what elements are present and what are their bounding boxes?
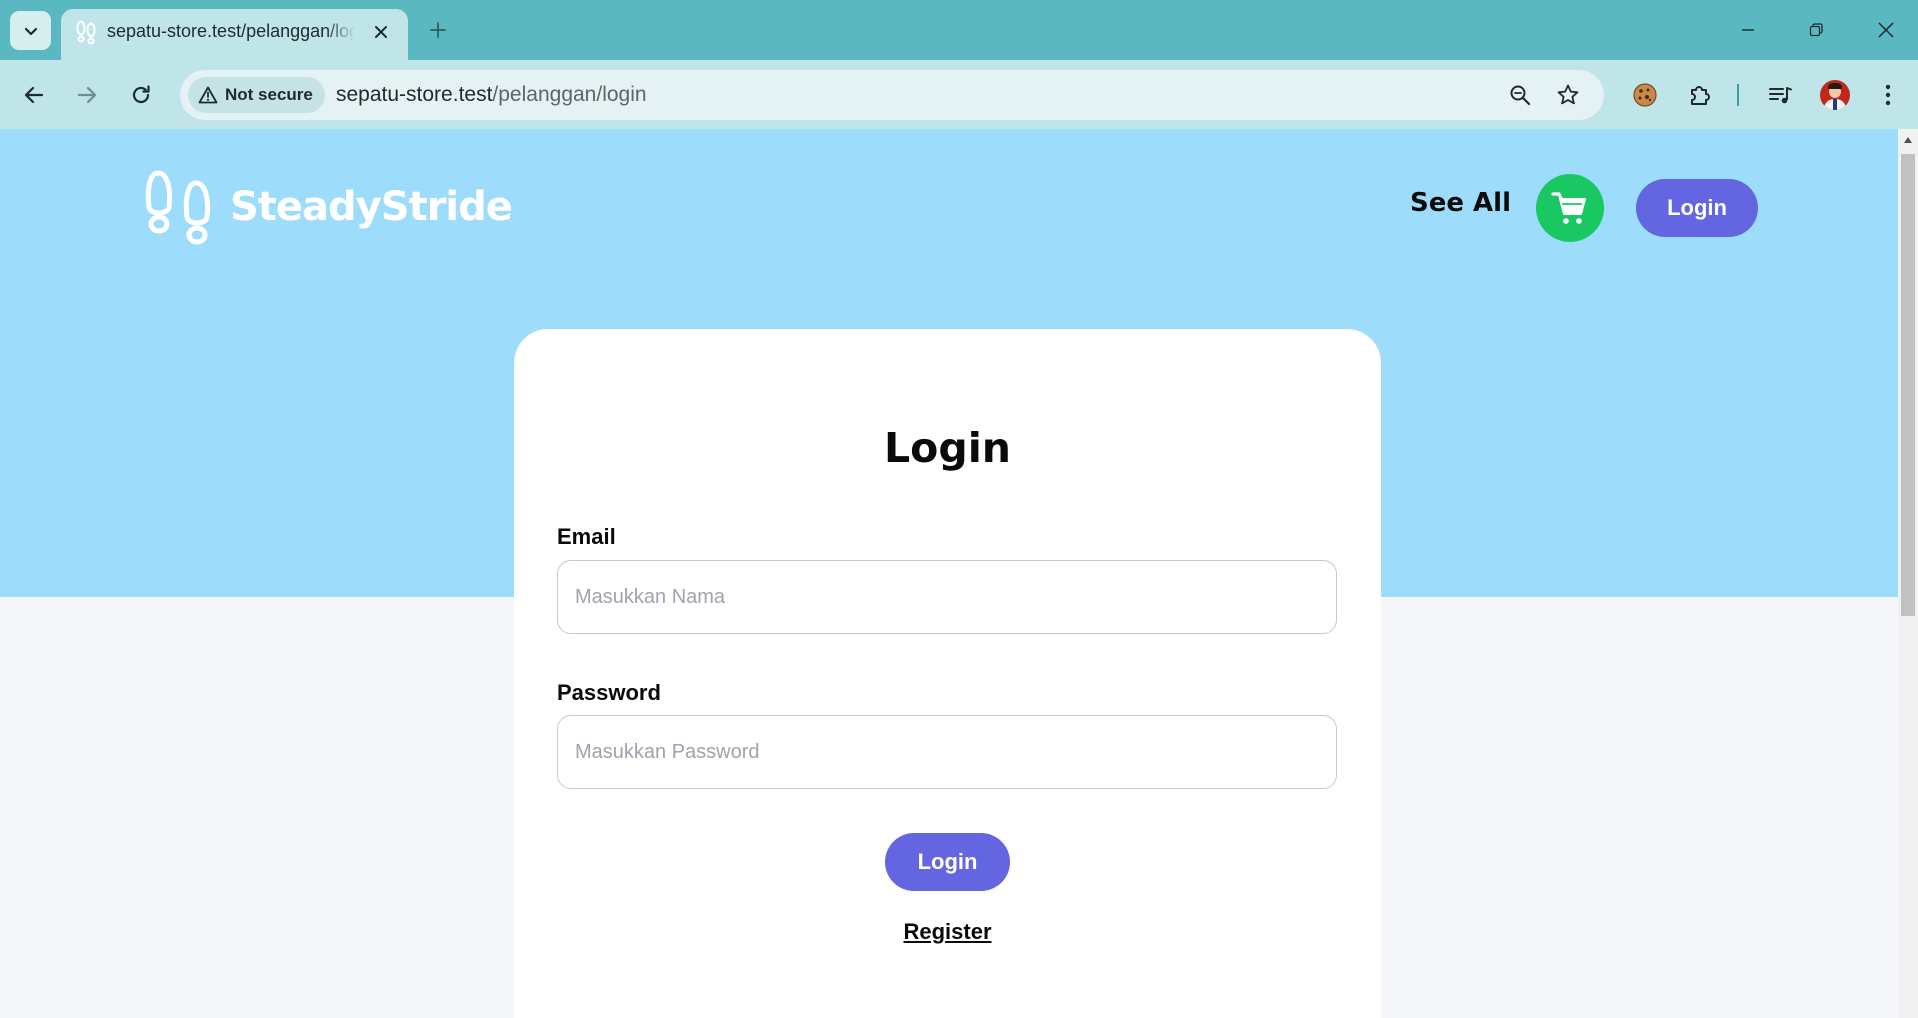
login-submit-button[interactable]: Login bbox=[885, 833, 1010, 891]
browser-tab-active[interactable]: sepatu-store.test/pelanggan/login bbox=[61, 9, 408, 60]
new-tab-button[interactable] bbox=[424, 16, 452, 44]
extensions-button[interactable] bbox=[1683, 78, 1717, 112]
plus-icon bbox=[430, 22, 446, 38]
media-controls-button[interactable] bbox=[1763, 78, 1797, 112]
minimize-window-button[interactable] bbox=[1728, 12, 1768, 48]
security-label: Not secure bbox=[225, 85, 313, 104]
scroll-up-arrow[interactable] bbox=[1898, 133, 1918, 147]
header-login-button[interactable]: Login bbox=[1636, 179, 1758, 237]
avatar bbox=[1820, 80, 1850, 110]
more-vertical-icon bbox=[1885, 84, 1891, 106]
close-window-button[interactable] bbox=[1866, 12, 1906, 48]
warning-triangle-icon bbox=[198, 86, 218, 104]
register-link: Register bbox=[514, 919, 1381, 945]
restore-window-button[interactable] bbox=[1796, 12, 1836, 48]
restore-icon bbox=[1809, 23, 1823, 37]
address-bar[interactable]: Not secure sepatu-store.test/pelanggan/l… bbox=[180, 70, 1604, 120]
triangle-up-icon bbox=[1904, 137, 1912, 143]
close-icon bbox=[375, 26, 387, 38]
zoom-out-icon bbox=[1510, 85, 1531, 106]
arrow-right-icon bbox=[77, 86, 97, 104]
page-scrollbar[interactable] bbox=[1898, 129, 1918, 1018]
toolbar-separator bbox=[1737, 84, 1739, 106]
bookmark-button[interactable] bbox=[1552, 79, 1584, 111]
password-field[interactable] bbox=[557, 715, 1337, 789]
reload-button[interactable] bbox=[121, 75, 161, 115]
brand-name: SteadyStride bbox=[230, 184, 513, 230]
arrow-left-icon bbox=[24, 86, 44, 104]
close-icon bbox=[1878, 22, 1894, 38]
scrollbar-thumb[interactable] bbox=[1901, 154, 1915, 616]
tab-title: sepatu-store.test/pelanggan/login bbox=[107, 21, 355, 41]
profile-button[interactable] bbox=[1818, 78, 1852, 112]
see-all-link[interactable]: See All bbox=[1410, 188, 1511, 218]
url-path: /pelanggan/login bbox=[492, 83, 647, 106]
browser-menu-button[interactable] bbox=[1871, 78, 1905, 112]
security-indicator[interactable]: Not secure bbox=[188, 77, 325, 113]
url-text[interactable]: sepatu-store.test/pelanggan/login bbox=[336, 83, 647, 107]
email-field[interactable] bbox=[557, 560, 1337, 634]
register-link-text[interactable]: Register bbox=[903, 919, 991, 944]
shopping-cart-icon bbox=[1551, 192, 1586, 224]
tab-close-button[interactable] bbox=[369, 20, 393, 44]
cookie-icon bbox=[1633, 83, 1657, 107]
footprints-logo-icon bbox=[145, 170, 211, 245]
zoom-indicator-button[interactable] bbox=[1504, 79, 1536, 111]
footprints-favicon-icon bbox=[76, 20, 96, 45]
back-button[interactable] bbox=[14, 75, 54, 115]
reload-icon bbox=[132, 85, 150, 104]
page-viewport: SteadyStride See All Login Login Email P… bbox=[0, 129, 1898, 1018]
browser-title-bar: sepatu-store.test/pelanggan/login bbox=[0, 0, 1918, 60]
tab-search-button[interactable] bbox=[10, 11, 51, 50]
browser-toolbar: Not secure sepatu-store.test/pelanggan/l… bbox=[0, 60, 1918, 129]
star-icon bbox=[1557, 84, 1579, 105]
brand-logo[interactable]: SteadyStride bbox=[144, 169, 513, 245]
email-label: Email bbox=[557, 524, 616, 549]
url-host: sepatu-store.test bbox=[336, 83, 493, 106]
cookie-extension-button[interactable] bbox=[1628, 78, 1662, 112]
playlist-music-icon bbox=[1769, 87, 1792, 104]
cart-button[interactable] bbox=[1536, 174, 1604, 242]
chevron-down-icon bbox=[24, 27, 37, 35]
login-title: Login bbox=[884, 424, 1011, 472]
password-label: Password bbox=[557, 680, 661, 705]
minimize-icon bbox=[1742, 29, 1754, 31]
login-card: Login Email Password Login Register bbox=[514, 329, 1381, 1018]
forward-button[interactable] bbox=[67, 75, 107, 115]
puzzle-piece-icon bbox=[1691, 86, 1710, 105]
